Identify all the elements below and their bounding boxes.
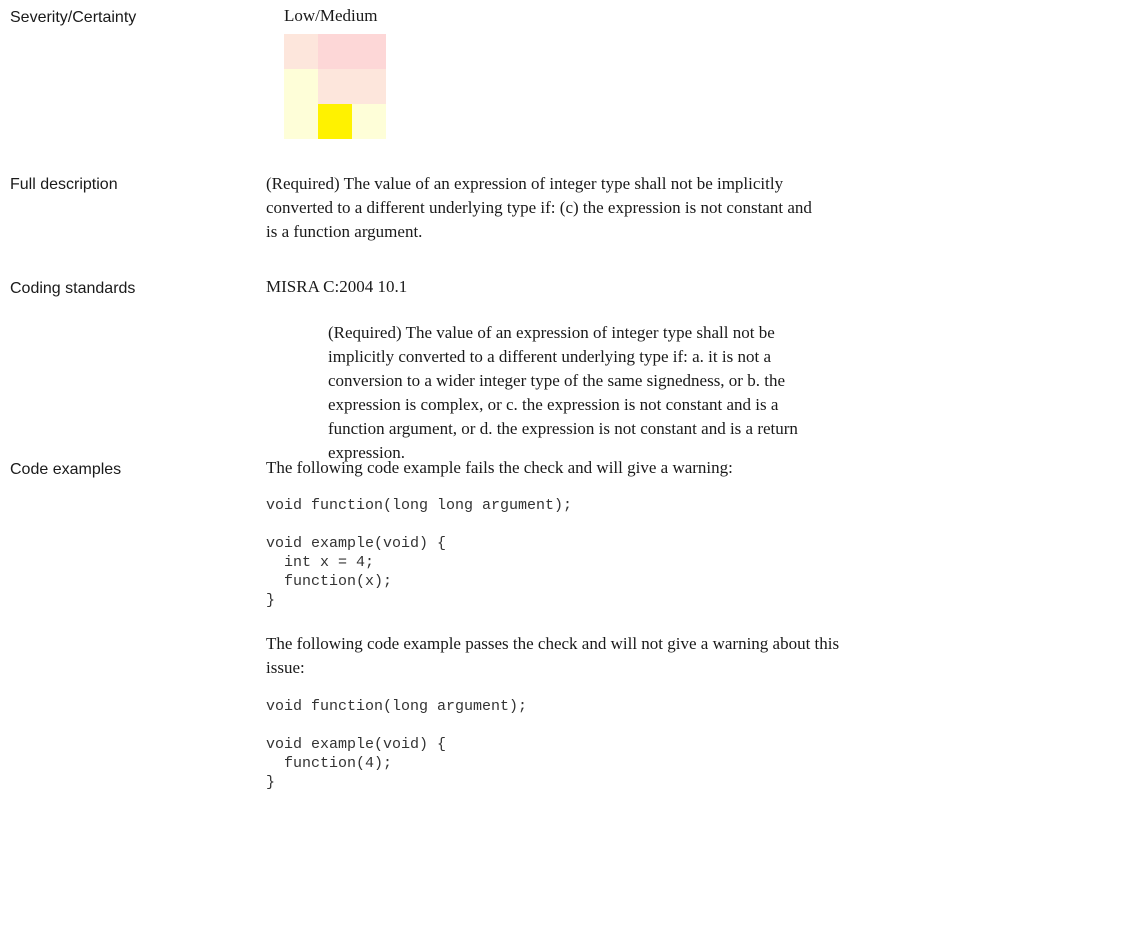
coding-standards-label: Coding standards [10,280,136,297]
matrix-cell [352,34,386,69]
fail-example-intro: The following code example fails the che… [266,458,733,477]
code-line: void example(void) { [266,535,447,552]
matrix-cell [318,69,352,104]
coding-standard-id: MISRA C:2004 10.1 [266,277,408,296]
severity-label: Severity/Certainty [10,9,137,26]
coding-standard-text: (Required) The value of an expression of… [328,323,798,462]
fail-code-block: void function(long long argument); void e… [266,496,572,610]
severity-certainty-matrix [284,34,386,139]
full-description-label: Full description [10,176,118,193]
severity-value: Low/Medium [284,6,378,25]
matrix-cell [284,69,318,104]
matrix-cell-highlighted [318,104,352,139]
code-line: } [266,774,276,791]
matrix-cell [352,104,386,139]
code-line: function(x); [266,573,393,590]
code-line: int x = 4; [266,554,375,571]
full-description-text: (Required) The value of an expression of… [266,174,812,241]
code-line: } [266,592,276,609]
matrix-cell [284,104,318,139]
matrix-cell [318,34,352,69]
pass-code-block: void function(long argument); void exampl… [266,697,527,792]
pass-example-intro: The following code example passes the ch… [266,634,840,677]
code-line: void example(void) { [266,736,447,753]
matrix-cell [352,69,386,104]
code-line: void function(long long argument); [266,497,573,514]
code-examples-label: Code examples [10,461,122,478]
code-line: function(4); [266,755,393,772]
code-line: void function(long argument); [266,698,528,715]
matrix-cell [284,34,318,69]
